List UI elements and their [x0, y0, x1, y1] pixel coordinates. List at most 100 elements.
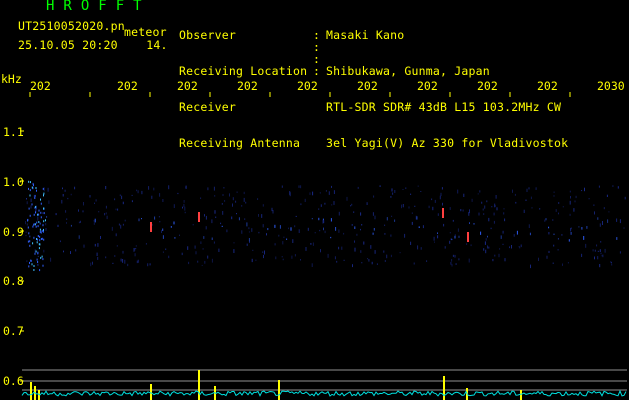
signal-speck: [281, 185, 283, 188]
signal-speck: [201, 264, 203, 266]
signal-speck: [236, 213, 237, 215]
signal-speck: [231, 216, 233, 220]
signal-speck: [310, 243, 312, 245]
signal-speck: [417, 185, 419, 187]
signal-speck: [354, 240, 355, 243]
signal-speck: [289, 191, 291, 195]
level-bar: [443, 376, 445, 400]
signal-speck: [122, 250, 124, 254]
signal-speck: [70, 193, 72, 196]
signal-speck: [338, 246, 340, 250]
signal-speck: [39, 228, 41, 231]
signal-speck: [404, 233, 406, 238]
signal-speck: [29, 214, 31, 217]
signal-speck: [36, 238, 38, 241]
signal-speck: [94, 243, 96, 247]
signal-speck: [40, 256, 42, 259]
signal-speck: [538, 257, 539, 261]
signal-speck: [122, 259, 124, 263]
signal-speck: [179, 234, 180, 236]
signal-speck: [460, 209, 462, 212]
signal-speck: [454, 235, 456, 239]
signal-speck: [29, 235, 31, 238]
signal-speck: [428, 205, 430, 209]
signal-speck: [312, 242, 314, 246]
signal-speck: [361, 262, 363, 264]
signal-speck: [503, 212, 505, 215]
signal-speck: [41, 237, 43, 240]
signal-speck: [40, 231, 42, 234]
signal-speck: [410, 193, 412, 195]
signal-speck: [376, 263, 378, 265]
signal-speck: [96, 252, 98, 256]
signal-speck: [300, 259, 301, 261]
spectrogram-screen: HROFFT UT2510052020.pn meteor 25.10.05 2…: [0, 0, 629, 400]
signal-speck: [354, 226, 356, 229]
signal-speck: [183, 203, 185, 208]
signal-speck: [161, 230, 162, 233]
signal-speck: [283, 236, 285, 238]
signal-speck: [151, 195, 153, 199]
signal-speck: [311, 218, 313, 220]
signal-speck: [530, 196, 532, 200]
signal-speck: [131, 194, 133, 196]
level-bar: [198, 370, 200, 400]
signal-speck: [468, 258, 470, 263]
signal-speck: [484, 205, 486, 209]
signal-speck: [78, 235, 80, 239]
signal-speck: [147, 263, 149, 267]
signal-speck: [357, 186, 359, 189]
signal-speck: [309, 192, 311, 195]
signal-speck: [600, 252, 602, 255]
signal-speck: [292, 239, 294, 243]
signal-speck: [346, 196, 348, 201]
signal-speck: [335, 227, 337, 231]
signal-speck: [504, 218, 506, 222]
signal-speck: [98, 211, 100, 213]
signal-speck: [184, 211, 186, 214]
signal-speck: [29, 244, 31, 247]
date-time: 25.10.05 20:20: [18, 38, 118, 52]
signal-speck: [392, 192, 394, 195]
signal-speck: [520, 244, 522, 248]
signal-speck: [544, 219, 546, 222]
signal-speck: [343, 232, 345, 235]
signal-speck: [422, 225, 424, 229]
signal-speck: [30, 205, 32, 209]
signal-speck: [555, 209, 557, 212]
signal-speck: [42, 258, 44, 261]
signal-speck: [570, 196, 571, 199]
signal-speck: [312, 191, 314, 196]
signal-speck: [281, 256, 283, 258]
signal-speck: [528, 187, 530, 190]
signal-speck: [386, 217, 388, 221]
signal-speck: [557, 249, 559, 251]
signal-speck: [105, 186, 107, 190]
signal-speck: [218, 248, 220, 252]
signal-speck: [119, 194, 121, 197]
signal-speck: [266, 233, 267, 236]
signal-speck: [222, 211, 224, 215]
signal-speck: [363, 241, 365, 245]
signal-speck: [162, 228, 164, 231]
signal-speck: [33, 236, 35, 239]
signal-speck: [141, 190, 143, 195]
signal-speck: [100, 236, 101, 239]
signal-speck: [569, 200, 571, 205]
signal-speck: [570, 232, 572, 235]
signal-speck: [458, 235, 460, 238]
signal-speck: [35, 250, 37, 253]
signal-speck: [79, 220, 81, 223]
signal-speck: [298, 185, 300, 188]
signal-speck: [50, 257, 52, 262]
signal-speck: [39, 222, 41, 225]
signal-speck: [324, 202, 326, 205]
signal-speck: [272, 210, 274, 214]
signal-speck: [153, 187, 155, 191]
signal-speck: [177, 192, 179, 195]
signal-speck: [494, 203, 496, 208]
x-tick: 202: [477, 79, 498, 93]
signal-speck: [578, 226, 580, 228]
signal-speck: [487, 245, 488, 249]
signal-speck: [610, 261, 612, 263]
